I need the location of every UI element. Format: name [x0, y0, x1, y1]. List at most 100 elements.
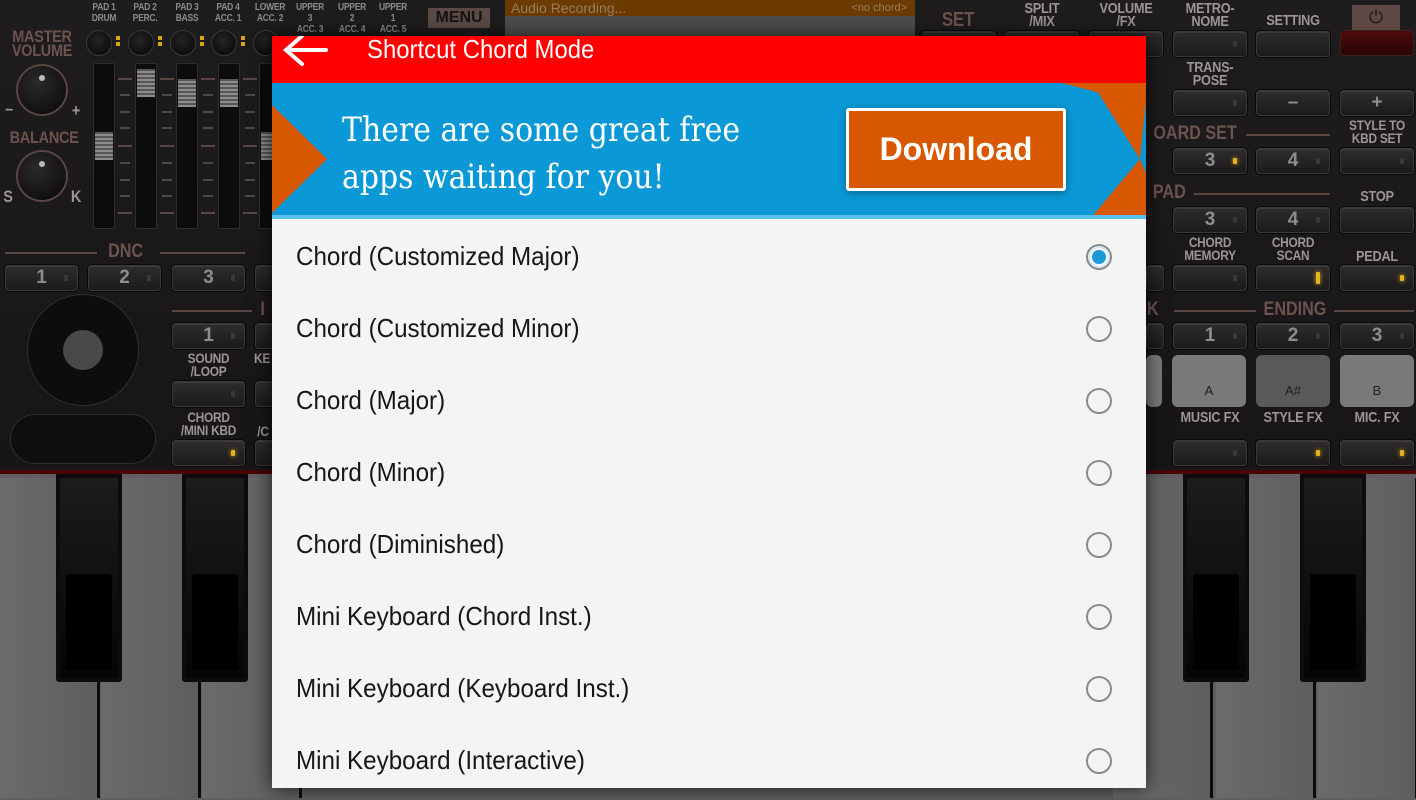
style-fx-label: STYLE FX: [1263, 409, 1323, 426]
chord-button-partial[interactable]: [1146, 265, 1164, 291]
keyboard-set-section: OARD SET: [1146, 124, 1330, 143]
pad-mute-button[interactable]: [86, 30, 112, 56]
chord-scan-button[interactable]: [1256, 265, 1330, 291]
pad-mute-button[interactable]: [170, 30, 196, 56]
chord-memory-button[interactable]: [1173, 265, 1247, 291]
chord-scan-label: CHORD SCAN: [1271, 234, 1315, 263]
radio-unselected[interactable]: [1086, 676, 1112, 702]
pad-mute-button[interactable]: [128, 30, 154, 56]
power-button[interactable]: [1340, 30, 1414, 56]
fader-acc1[interactable]: [218, 63, 240, 229]
black-key[interactable]: [1300, 474, 1366, 682]
pad-led: [241, 36, 245, 48]
button-partial[interactable]: [1146, 323, 1164, 349]
radio-unselected[interactable]: [1086, 460, 1112, 486]
music-fx-label: MUSIC FX: [1180, 409, 1240, 426]
fader-bass[interactable]: [176, 63, 198, 229]
black-key[interactable]: [182, 474, 248, 682]
channel-label-upper3: UPPER 3 ACC. 3: [295, 2, 325, 35]
arrow-left-icon[interactable]: [282, 34, 332, 72]
radio-unselected[interactable]: [1086, 748, 1112, 774]
setting-button[interactable]: [1256, 31, 1330, 57]
fader-drum[interactable]: [93, 63, 115, 229]
radio-unselected[interactable]: [1086, 388, 1112, 414]
keyboard-set-button-3[interactable]: 3: [1173, 148, 1247, 174]
radio-unselected[interactable]: [1086, 532, 1112, 558]
channel-label-pad4: PAD 4 ACC. 1: [214, 2, 242, 24]
transpose-label: TRANS- POSE: [1186, 59, 1234, 89]
mic-fx-button[interactable]: [1340, 440, 1414, 466]
sound-loop-button[interactable]: [172, 381, 245, 407]
dnc-button-3[interactable]: 3: [172, 265, 245, 291]
transpose-button[interactable]: [1173, 90, 1247, 116]
transpose-plus-button[interactable]: +: [1340, 90, 1414, 116]
mic-fx-label: MIC. FX: [1354, 409, 1400, 426]
chord-key-a[interactable]: A: [1172, 355, 1246, 407]
option-customized-minor[interactable]: Chord (Customized Minor): [272, 291, 1146, 363]
ad-banner[interactable]: There are some great free apps waiting f…: [272, 83, 1146, 219]
chord-mini-kbd-label: CHORD /MINI KBD: [180, 409, 237, 438]
shortcut-chord-mode-dialog: Shortcut Chord Mode There are some great…: [272, 34, 1146, 788]
style-to-kbd-set-button[interactable]: [1340, 148, 1414, 174]
transpose-minus-button[interactable]: –: [1256, 90, 1330, 116]
chord-key-b[interactable]: B: [1340, 355, 1414, 407]
dnc-button-1[interactable]: 1: [5, 265, 78, 291]
radio-unselected[interactable]: [1086, 316, 1112, 342]
option-diminished[interactable]: Chord (Diminished): [272, 507, 1146, 579]
stop-label: STOP: [1360, 188, 1394, 205]
dnc-button-2[interactable]: 2: [88, 265, 161, 291]
master-volume-knob[interactable]: [18, 66, 66, 114]
banner-text: There are some great free apps waiting f…: [342, 110, 741, 197]
pad-led: [200, 36, 204, 48]
radio-unselected[interactable]: [1086, 604, 1112, 630]
ending-button-2[interactable]: 2: [1256, 323, 1330, 349]
option-customized-major[interactable]: Chord (Customized Major): [272, 219, 1146, 291]
intro-button-1[interactable]: 1: [172, 323, 245, 349]
balance-left-label: S: [3, 187, 13, 206]
keyboard-set-button-4[interactable]: 4: [1256, 148, 1330, 174]
c-label-partial: /C: [257, 423, 269, 439]
ending-section: K ENDING: [1146, 300, 1414, 319]
split-mix-label: SPLIT /MIX: [1024, 0, 1060, 30]
balance-right-label: K: [70, 187, 82, 206]
pedal-label: PEDAL: [1356, 248, 1398, 265]
option-mini-keyboard-interactive[interactable]: Mini Keyboard (Interactive): [272, 723, 1146, 795]
ending-button-1[interactable]: 1: [1173, 323, 1247, 349]
black-key[interactable]: [56, 474, 122, 682]
key-label-partial: KE: [253, 350, 271, 366]
stop-button[interactable]: [1340, 207, 1414, 233]
master-volume-label: MASTER VOLUME: [11, 27, 73, 60]
chord-memory-label: CHORD MEMORY: [1184, 234, 1236, 263]
option-major[interactable]: Chord (Major): [272, 363, 1146, 435]
pad-mute-button[interactable]: [211, 30, 237, 56]
pad-button-3[interactable]: 3: [1173, 207, 1247, 233]
chord-key-a-sharp[interactable]: A#: [1256, 355, 1330, 407]
set-label: SET: [941, 9, 975, 31]
channel-label-upper2: UPPER 2 ACC. 4: [337, 2, 367, 35]
volume-max-label: +: [71, 101, 81, 120]
dnc-section: DNC: [5, 242, 245, 261]
metronome-button[interactable]: [1173, 31, 1247, 57]
dialog-header: Shortcut Chord Mode: [272, 34, 1146, 83]
jog-wheel[interactable]: [27, 294, 139, 406]
pitch-pad[interactable]: [10, 414, 156, 464]
chord-mini-kbd-button[interactable]: [172, 440, 245, 466]
pedal-button[interactable]: [1340, 265, 1414, 291]
option-minor[interactable]: Chord (Minor): [272, 435, 1146, 507]
fader-perc[interactable]: [135, 63, 157, 229]
chord-key-partial[interactable]: [1146, 355, 1162, 407]
setting-label: SETTING: [1266, 12, 1320, 29]
channel-label-lower: LOWER ACC. 2: [254, 2, 286, 24]
music-fx-button[interactable]: [1173, 440, 1247, 466]
option-mini-keyboard-chord-inst[interactable]: Mini Keyboard (Chord Inst.): [272, 579, 1146, 651]
volume-min-label: –: [5, 99, 13, 118]
option-mini-keyboard-keyboard-inst[interactable]: Mini Keyboard (Keyboard Inst.): [272, 651, 1146, 723]
style-fx-button[interactable]: [1256, 440, 1330, 466]
ending-button-3[interactable]: 3: [1340, 323, 1414, 349]
radio-selected[interactable]: [1086, 244, 1112, 270]
channel-label-pad1: PAD 1 DRUM: [91, 2, 117, 24]
black-key[interactable]: [1183, 474, 1249, 682]
balance-knob[interactable]: [18, 152, 66, 200]
pad-button-4[interactable]: 4: [1256, 207, 1330, 233]
download-button[interactable]: Download: [846, 108, 1066, 191]
